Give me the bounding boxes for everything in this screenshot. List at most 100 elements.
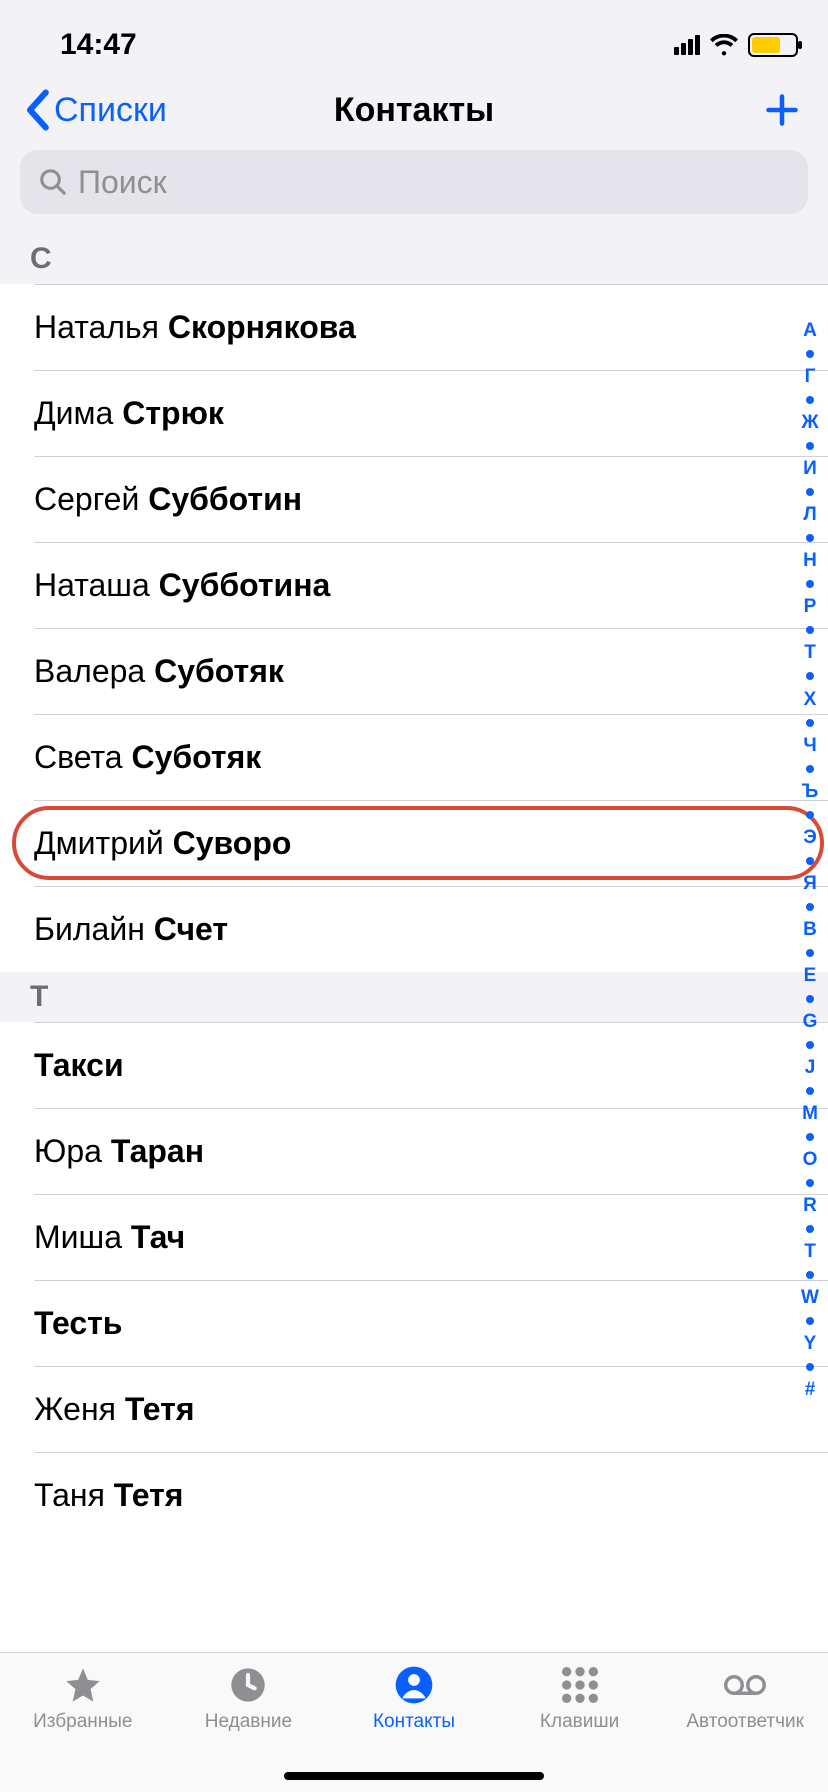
contact-first-name: Сергей	[34, 481, 148, 518]
contact-first-name: Женя	[34, 1391, 125, 1428]
index-letter[interactable]: Я	[803, 873, 817, 895]
chevron-left-icon	[24, 89, 50, 131]
contact-row[interactable]: Валера Суботяк	[0, 628, 828, 714]
contact-last-name: Тетя	[125, 1391, 195, 1428]
alphabet-index[interactable]: А Г Ж И Л Н Р Т Х Ч Ъ Э Я B E G J M O R T W Y #	[796, 320, 824, 1402]
index-letter[interactable]: E	[804, 965, 817, 987]
keypad-icon	[560, 1665, 600, 1705]
index-letter[interactable]: Ъ	[802, 781, 819, 803]
contact-row[interactable]: Билайн Счет	[0, 886, 828, 972]
index-dot[interactable]	[806, 719, 814, 727]
index-letter[interactable]: Y	[804, 1333, 817, 1355]
index-dot[interactable]	[806, 580, 814, 588]
search-container: Поиск	[0, 150, 828, 234]
index-dot[interactable]	[806, 672, 814, 680]
contact-row[interactable]: Света Суботяк	[0, 714, 828, 800]
contact-first-name: Наташа	[34, 567, 159, 604]
index-dot[interactable]	[806, 396, 814, 404]
index-letter[interactable]: Х	[804, 689, 817, 711]
add-contact-button[interactable]	[760, 88, 804, 132]
index-letter[interactable]: Г	[805, 366, 816, 388]
index-letter[interactable]: #	[805, 1379, 816, 1401]
contact-first-name: Миша	[34, 1219, 131, 1256]
contact-row[interactable]: Таня Тетя	[0, 1452, 828, 1538]
index-dot[interactable]	[806, 1179, 814, 1187]
index-letter[interactable]: Н	[803, 550, 817, 572]
contact-row[interactable]: Женя Тетя	[0, 1366, 828, 1452]
contact-last-name: Скорнякова	[168, 309, 356, 346]
index-letter[interactable]: R	[803, 1195, 817, 1217]
index-dot[interactable]	[806, 442, 814, 450]
contact-row[interactable]: Сергей Субботин	[0, 456, 828, 542]
contact-last-name: Суботяк	[131, 739, 261, 776]
tab-label: Контакты	[373, 1711, 455, 1733]
contact-row[interactable]: Миша Тач	[0, 1194, 828, 1280]
back-label: Списки	[54, 91, 167, 130]
index-dot[interactable]	[806, 534, 814, 542]
search-placeholder: Поиск	[78, 164, 167, 201]
index-dot[interactable]	[806, 857, 814, 865]
contact-first-name: Билайн	[34, 911, 154, 948]
contact-first-name: Юра	[34, 1133, 111, 1170]
index-letter[interactable]: B	[803, 919, 817, 941]
tab-label: Автоответчик	[686, 1711, 804, 1733]
contact-row[interactable]: Тесть	[0, 1280, 828, 1366]
index-letter[interactable]: А	[803, 320, 817, 342]
index-letter[interactable]: Р	[804, 596, 817, 618]
index-letter[interactable]: Ч	[803, 735, 816, 757]
index-letter[interactable]: M	[802, 1103, 818, 1125]
index-letter[interactable]: G	[803, 1011, 818, 1033]
index-letter[interactable]: Т	[804, 642, 816, 664]
contact-last-name: Субботина	[159, 567, 331, 604]
index-dot[interactable]	[806, 995, 814, 1003]
contact-last-name: Счет	[154, 911, 228, 948]
index-dot[interactable]	[806, 1041, 814, 1049]
search-input[interactable]: Поиск	[20, 150, 808, 214]
back-button[interactable]: Списки	[24, 89, 167, 131]
contact-row[interactable]: Дмитрий Суворо	[0, 800, 828, 886]
index-dot[interactable]	[806, 1271, 814, 1279]
contact-row[interactable]: Такси	[0, 1022, 828, 1108]
cellular-signal-icon	[674, 35, 700, 55]
index-letter[interactable]: И	[803, 458, 817, 480]
contact-last-name: Суворо	[173, 825, 292, 862]
plus-icon	[764, 92, 800, 128]
index-dot[interactable]	[806, 765, 814, 773]
index-letter[interactable]: Ж	[801, 412, 818, 434]
contact-row[interactable]: Наташа Субботина	[0, 542, 828, 628]
contact-row[interactable]: Дима Стрюк	[0, 370, 828, 456]
contact-first-name: Таня	[34, 1477, 114, 1514]
contact-last-name: Суботяк	[154, 653, 284, 690]
index-dot[interactable]	[806, 949, 814, 957]
contact-last-name: Таран	[111, 1133, 204, 1170]
status-time: 14:47	[60, 28, 137, 62]
index-dot[interactable]	[806, 1087, 814, 1095]
tab-label: Недавние	[205, 1711, 292, 1733]
tab-label: Избранные	[33, 1711, 132, 1733]
wifi-icon	[710, 34, 738, 56]
index-letter[interactable]: Л	[803, 504, 816, 526]
index-letter[interactable]: W	[801, 1287, 819, 1309]
tab-voicemail[interactable]: Автоответчик	[662, 1663, 828, 1792]
index-letter[interactable]: T	[804, 1241, 816, 1263]
index-dot[interactable]	[806, 488, 814, 496]
index-dot[interactable]	[806, 626, 814, 634]
person-icon	[394, 1665, 434, 1705]
index-letter[interactable]: J	[805, 1057, 816, 1079]
contact-row[interactable]: Наталья Скорнякова	[0, 284, 828, 370]
section-header: С	[0, 234, 828, 284]
tab-favorites[interactable]: Избранные	[0, 1663, 166, 1792]
index-dot[interactable]	[806, 1225, 814, 1233]
index-dot[interactable]	[806, 811, 814, 819]
index-letter[interactable]: Э	[803, 827, 817, 849]
index-dot[interactable]	[806, 903, 814, 911]
contact-first-name: Валера	[34, 653, 154, 690]
contact-row[interactable]: Юра Таран	[0, 1108, 828, 1194]
index-dot[interactable]	[806, 350, 814, 358]
index-dot[interactable]	[806, 1317, 814, 1325]
index-dot[interactable]	[806, 1133, 814, 1141]
index-dot[interactable]	[806, 1363, 814, 1371]
index-letter[interactable]: O	[803, 1149, 818, 1171]
contact-last-name: Тетя	[114, 1477, 184, 1514]
contact-first-name: Света	[34, 739, 131, 776]
